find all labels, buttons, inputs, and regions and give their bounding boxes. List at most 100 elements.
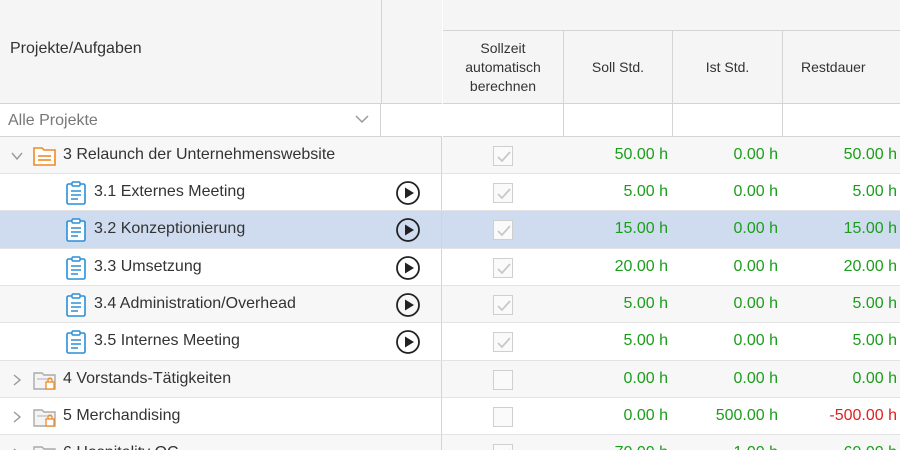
soll-column-label: Soll Std. — [591, 59, 645, 75]
project-row[interactable]: 4 Vorstands-Tätigkeiten 0.00 h 0.00 h 0.00 … — [0, 361, 900, 398]
tree-cell: 6 Hospitality QC — [0, 435, 442, 450]
auto-calc-checkbox[interactable] — [493, 182, 513, 203]
auto-calc-checkbox[interactable] — [493, 332, 513, 352]
play-circle-icon[interactable] — [395, 180, 421, 206]
rest-hours-cell: 15.00 h — [843, 220, 897, 237]
soll-hours-cell: 0.00 h — [623, 406, 668, 424]
tree-cell: 3.4 Administration/Overhead — [0, 286, 442, 322]
task-grid: Projekte/Aufgaben Alle Projekte Sollzeit… — [0, 0, 900, 450]
tree-cell: 3.1 Externes Meeting — [0, 174, 442, 210]
tree-filter-row: Alle Projekte — [0, 104, 442, 137]
rest-column-header[interactable]: Restdauer — [783, 31, 900, 104]
check-icon — [497, 337, 511, 349]
tree-cell: 3.2 Konzeptionierung — [0, 211, 442, 248]
tree-header: Projekte/Aufgaben — [0, 0, 442, 104]
auto-calc-checkbox[interactable] — [493, 145, 513, 166]
task-label: 3.1 Externes Meeting — [94, 182, 246, 200]
play-circle-icon[interactable] — [395, 329, 421, 355]
soll-column-header[interactable]: Soll Std. — [564, 31, 673, 104]
ist-hours-cell: 0.00 h — [733, 332, 778, 349]
task-row[interactable]: 3.2 Konzeptionierung 15.00 h 0.00 h 15.00 … — [0, 211, 900, 249]
auto-calc-checkbox[interactable] — [493, 220, 513, 240]
data-filter-row — [443, 104, 900, 137]
project-label: 5 Merchandising — [63, 406, 181, 424]
task-row[interactable]: 3.5 Internes Meeting 5.00 h 0.00 h 5.00 h — [0, 323, 900, 361]
play-circle-icon[interactable] — [395, 255, 421, 281]
folder-lock-icon — [33, 408, 56, 427]
check-icon — [497, 225, 511, 237]
rest-hours-cell: 5.00 h — [852, 332, 897, 349]
tree-cell: 3 Relaunch der Unternehmenswebsite — [0, 137, 442, 173]
chevron-right-icon[interactable] — [10, 410, 24, 424]
task-label: 3.2 Konzeptionierung — [94, 220, 246, 237]
auto-calc-checkbox[interactable] — [493, 294, 513, 315]
folder-open-icon — [33, 146, 56, 166]
chevron-down-icon[interactable] — [10, 149, 24, 163]
soll-hours-cell: 20.00 h — [614, 257, 668, 275]
project-row[interactable]: 3 Relaunch der Unternehmenswebsite 50.00 … — [0, 137, 900, 174]
play-circle-icon[interactable] — [395, 217, 421, 243]
ist-hours-cell: 0.00 h — [733, 294, 778, 312]
check-icon — [497, 262, 511, 274]
soll-hours-cell: 5.00 h — [623, 182, 668, 200]
project-row[interactable]: 5 Merchandising 0.00 h 500.00 h -500.00 h — [0, 398, 900, 435]
tree-cell: 3.3 Umsetzung — [0, 249, 442, 285]
folder-lock-icon — [33, 371, 56, 390]
folder-lock-icon — [33, 445, 56, 450]
check-icon — [497, 187, 511, 199]
task-label: 3.4 Administration/Overhead — [94, 294, 296, 312]
ist-hours-cell: 0.00 h — [733, 369, 778, 387]
rest-hours-cell: 5.00 h — [852, 294, 897, 312]
ist-column-label: Ist Std. — [705, 59, 750, 75]
ist-hours-cell: 0.00 h — [733, 182, 778, 200]
check-icon — [508, 448, 511, 450]
play-circle-icon[interactable] — [395, 292, 421, 318]
soll-hours-cell: 5.00 h — [623, 332, 668, 349]
clipboard-icon — [66, 180, 86, 205]
chevron-right-icon[interactable] — [10, 447, 24, 450]
project-row[interactable]: 6 Hospitality QC 70.00 h 1.00 h 69.00 h — [0, 435, 900, 450]
auto-calc-checkbox[interactable] — [493, 406, 513, 427]
projects-column-header[interactable]: Projekte/Aufgaben — [10, 40, 142, 58]
tree-cell: 3.5 Internes Meeting — [0, 323, 442, 360]
check-icon — [497, 150, 511, 162]
ist-column-header[interactable]: Ist Std. — [673, 31, 783, 104]
ist-hours-cell: 500.00 h — [715, 406, 778, 424]
clipboard-icon — [66, 255, 86, 280]
task-row[interactable]: 3.3 Umsetzung 20.00 h 0.00 h 20.00 h — [0, 249, 900, 286]
ist-filter-cell[interactable] — [673, 104, 783, 137]
rest-hours-cell: -500.00 h — [829, 406, 897, 424]
ist-hours-cell: 1.00 h — [734, 444, 778, 450]
projects-filter-value: Alle Projekte — [8, 112, 98, 129]
auto-calc-checkbox[interactable] — [493, 369, 513, 390]
rest-hours-cell: 50.00 h — [843, 145, 897, 163]
soll-hours-cell: 70.00 h — [615, 444, 668, 450]
clipboard-icon — [66, 292, 86, 317]
project-label: 3 Relaunch der Unternehmenswebsite — [63, 145, 336, 163]
auto-calc-column-header[interactable]: Sollzeit automatisch berechnen — [443, 31, 564, 104]
ist-hours-cell: 0.00 h — [733, 257, 778, 275]
ist-hours-cell: 0.00 h — [733, 220, 778, 237]
clipboard-icon — [66, 218, 86, 242]
rest-column-label: Restdauer — [801, 59, 866, 75]
tree-cell: 5 Merchandising — [0, 398, 442, 434]
chevron-right-icon[interactable] — [10, 373, 24, 387]
rest-hours-cell: 69.00 h — [844, 444, 897, 450]
auto-calc-checkbox[interactable] — [493, 443, 513, 450]
task-row[interactable]: 3.4 Administration/Overhead 5.00 h 0.00 h… — [0, 286, 900, 323]
soll-filter-cell[interactable] — [564, 104, 673, 137]
projects-filter-select[interactable]: Alle Projekte — [0, 104, 381, 137]
project-label: 6 Hospitality QC — [63, 444, 179, 450]
chevron-down-icon[interactable] — [354, 111, 370, 127]
task-row[interactable]: 3.1 Externes Meeting 5.00 h 0.00 h 5.00 h — [0, 174, 900, 211]
auto-calc-column-label: Sollzeit automatisch berechnen — [465, 40, 541, 94]
soll-hours-cell: 15.00 h — [614, 220, 668, 237]
rest-filter-cell[interactable] — [783, 104, 900, 137]
soll-hours-cell: 0.00 h — [623, 369, 668, 387]
auto-calc-checkbox[interactable] — [493, 257, 513, 278]
data-header: Sollzeit automatisch berechnen Soll Std.… — [443, 31, 900, 104]
rest-hours-cell: 5.00 h — [852, 182, 897, 200]
auto-calc-filter-cell[interactable] — [443, 104, 564, 137]
clipboard-icon — [66, 330, 86, 354]
check-icon — [497, 299, 511, 311]
